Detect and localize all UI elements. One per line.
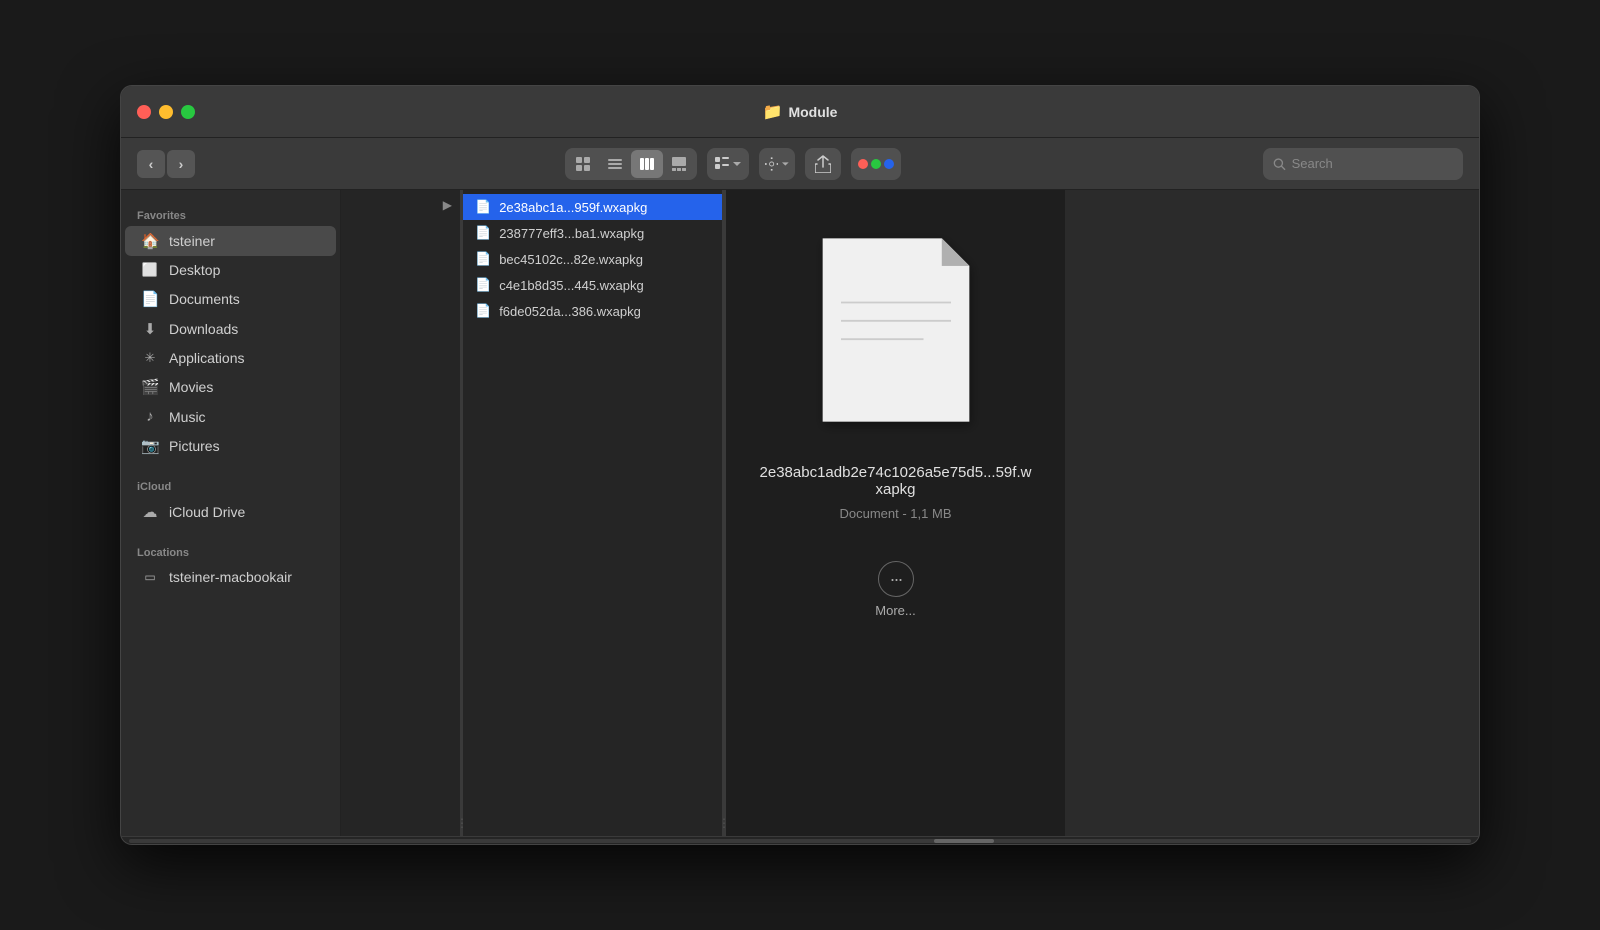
more-button[interactable]: ··· More... — [875, 561, 915, 618]
movies-icon: 🎬 — [141, 378, 159, 396]
file-item-name-3: bec45102c...82e.wxapkg — [499, 252, 643, 267]
file-browser: ▶ 📄 2e38abc1a...959f.wxapkg 📄 238777eff3… — [341, 190, 1479, 836]
view-buttons — [565, 148, 697, 180]
sidebar-item-downloads[interactable]: ⬇ Downloads — [125, 314, 336, 344]
sidebar-item-label-desktop: Desktop — [169, 262, 220, 278]
file-item-5[interactable]: 📄 f6de052da...386.wxapkg — [463, 298, 722, 324]
file-icon-5: 📄 — [475, 303, 491, 319]
more-label: More... — [875, 603, 915, 618]
sidebar-item-icloud-drive[interactable]: ☁ iCloud Drive — [125, 497, 336, 527]
applications-icon: ✳ — [141, 350, 159, 366]
sidebar-item-movies[interactable]: 🎬 Movies — [125, 372, 336, 402]
search-input[interactable] — [1292, 156, 1453, 171]
traffic-lights — [137, 105, 195, 119]
file-item-name-2: 238777eff3...ba1.wxapkg — [499, 226, 644, 241]
maximize-button[interactable] — [181, 105, 195, 119]
search-box[interactable] — [1263, 148, 1463, 180]
sidebar-item-tsteiner[interactable]: 🏠 tsteiner — [125, 226, 336, 256]
music-icon: ♪ — [141, 408, 159, 425]
file-item-name-1: 2e38abc1a...959f.wxapkg — [499, 200, 647, 215]
file-item-4[interactable]: 📄 c4e1b8d35...445.wxapkg — [463, 272, 722, 298]
group-by-button[interactable] — [707, 148, 749, 180]
locations-label: Locations — [121, 539, 340, 563]
more-circle: ··· — [878, 561, 914, 597]
sidebar-item-music[interactable]: ♪ Music — [125, 402, 336, 431]
share-button[interactable] — [805, 148, 841, 180]
file-item-3[interactable]: 📄 bec45102c...82e.wxapkg — [463, 246, 722, 272]
window-title-text: Module — [788, 104, 837, 120]
icloud-icon: ☁ — [141, 503, 159, 521]
file-icon-2: 📄 — [475, 225, 491, 241]
computer-icon: ▭ — [141, 570, 159, 584]
column-arrow: ▶ — [443, 198, 452, 212]
sidebar-item-label-applications: Applications — [169, 350, 245, 366]
sidebar-item-label-tsteiner: tsteiner — [169, 233, 215, 249]
documents-icon: 📄 — [141, 290, 159, 308]
preview-panel: 2e38abc1adb2e74c1026a5e75d5...59f.wxapkg… — [725, 190, 1065, 836]
file-icon-1: 📄 — [475, 199, 491, 215]
back-button[interactable]: ‹ — [137, 150, 165, 178]
column-pane-mid: 📄 2e38abc1a...959f.wxapkg 📄 238777eff3..… — [463, 190, 723, 836]
file-item-1[interactable]: 📄 2e38abc1a...959f.wxapkg — [463, 194, 722, 220]
sidebar-item-label-music: Music — [169, 409, 206, 425]
sidebar-item-documents[interactable]: 📄 Documents — [125, 284, 336, 314]
file-item-name-5: f6de052da...386.wxapkg — [499, 304, 641, 319]
main-content: Favorites 🏠 tsteiner ⬜ Desktop 📄 Documen… — [121, 190, 1479, 836]
favorites-label: Favorites — [121, 202, 340, 226]
sidebar-item-label-macbook: tsteiner-macbookair — [169, 569, 292, 585]
sidebar: Favorites 🏠 tsteiner ⬜ Desktop 📄 Documen… — [121, 190, 341, 836]
preview-file-icon — [796, 220, 996, 440]
downloads-icon: ⬇ — [141, 320, 159, 338]
view-list-button[interactable] — [599, 150, 631, 178]
window-title-icon: 📁 — [763, 102, 783, 122]
column-pane-left: ▶ — [341, 190, 461, 836]
titlebar: 📁 Module — [121, 86, 1479, 138]
sidebar-item-desktop[interactable]: ⬜ Desktop — [125, 256, 336, 284]
scrollbar-thumb[interactable] — [934, 839, 994, 843]
finder-window: 📁 Module ‹ › — [120, 85, 1480, 845]
pictures-icon: 📷 — [141, 437, 159, 455]
scrollbar-track[interactable] — [129, 839, 1471, 843]
file-item-2[interactable]: 📄 238777eff3...ba1.wxapkg — [463, 220, 722, 246]
sidebar-item-label-movies: Movies — [169, 379, 213, 395]
view-icon-button[interactable] — [567, 150, 599, 178]
file-item-name-4: c4e1b8d35...445.wxapkg — [499, 278, 644, 293]
close-button[interactable] — [137, 105, 151, 119]
sidebar-item-label-pictures: Pictures — [169, 438, 220, 454]
file-icon-3: 📄 — [475, 251, 491, 267]
gear-button[interactable] — [759, 148, 795, 180]
view-column-button[interactable] — [631, 150, 663, 178]
sidebar-item-label-documents: Documents — [169, 291, 240, 307]
sidebar-item-applications[interactable]: ✳ Applications — [125, 344, 336, 372]
file-icon-4: 📄 — [475, 277, 491, 293]
tag-button[interactable] — [851, 148, 901, 180]
nav-buttons: ‹ › — [137, 150, 195, 178]
search-icon — [1273, 157, 1286, 171]
preview-meta: Document - 1,1 MB — [840, 506, 952, 521]
preview-filename: 2e38abc1adb2e74c1026a5e75d5...59f.wxapkg — [746, 464, 1045, 498]
icloud-label: iCloud — [121, 473, 340, 497]
home-icon: 🏠 — [141, 232, 159, 250]
sidebar-item-label-icloud: iCloud Drive — [169, 504, 245, 520]
window-title: 📁 Module — [763, 102, 838, 122]
forward-button[interactable]: › — [167, 150, 195, 178]
sidebar-item-pictures[interactable]: 📷 Pictures — [125, 431, 336, 461]
minimize-button[interactable] — [159, 105, 173, 119]
scrollbar-area — [121, 836, 1479, 844]
toolbar: ‹ › — [121, 138, 1479, 190]
sidebar-item-label-downloads: Downloads — [169, 321, 238, 337]
sidebar-item-macbook[interactable]: ▭ tsteiner-macbookair — [125, 563, 336, 591]
view-gallery-button[interactable] — [663, 150, 695, 178]
desktop-icon: ⬜ — [141, 262, 159, 278]
